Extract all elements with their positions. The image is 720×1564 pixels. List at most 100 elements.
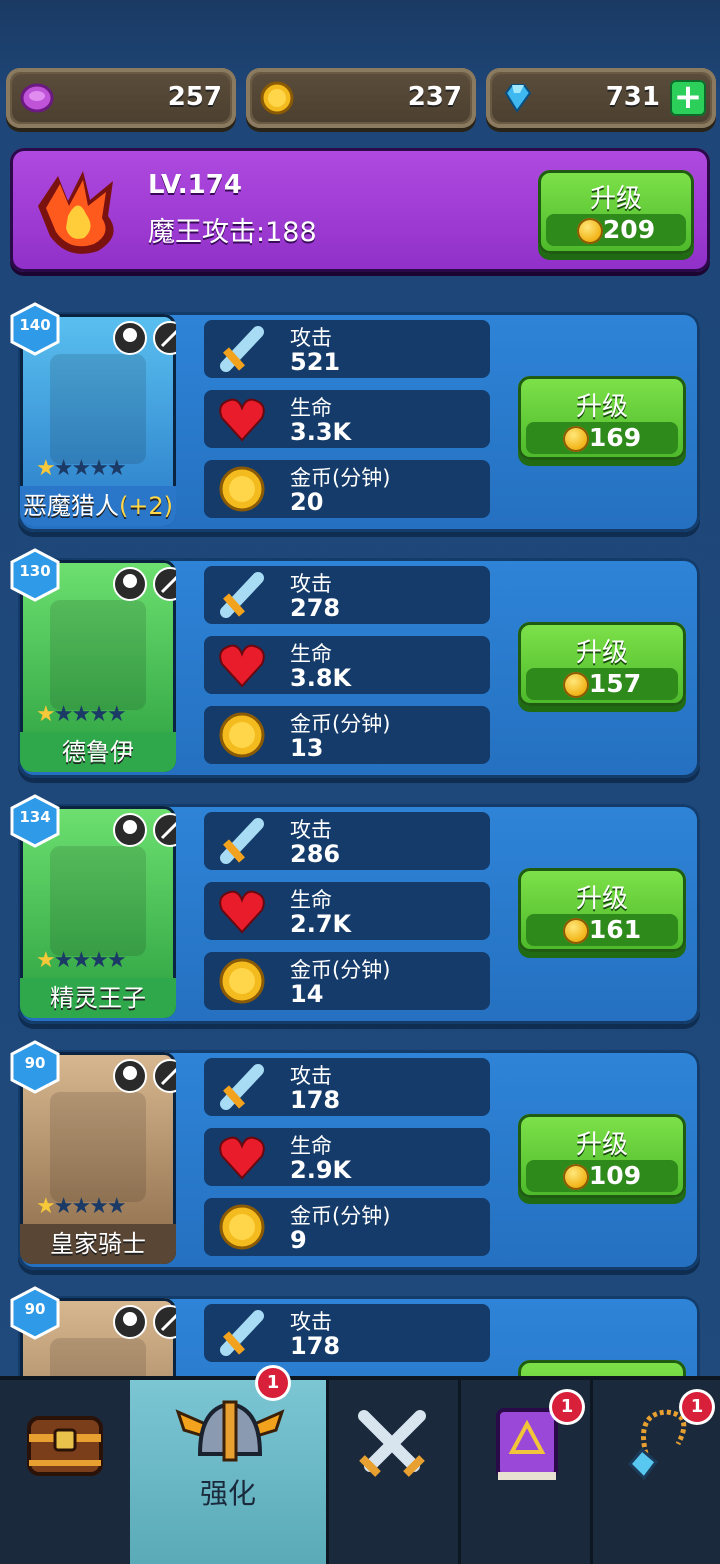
hero-card[interactable]: ★★★★★ 精灵王子 134 攻击 286 生命 2.7K 金币(分钟) 14 … (10, 794, 700, 1024)
purple-coin-icon (20, 83, 54, 113)
gold-coin-icon (219, 466, 265, 512)
purple-coin-count: 257 (167, 82, 222, 112)
boss-attack: 魔王攻击:188 (148, 217, 317, 248)
hero-figure (50, 846, 146, 956)
gold-coin-icon (562, 672, 589, 698)
hero-figure (50, 354, 146, 464)
stat-hp-value: 2.7K (290, 910, 352, 938)
gold-coin-icon (260, 81, 294, 115)
stat-gold: 金币(分钟) 14 (204, 952, 490, 1010)
gold-coin-icon (562, 426, 589, 452)
stat-gold: 金币(分钟) 13 (204, 706, 490, 764)
currency-purple: 257 (6, 68, 236, 128)
tab-upgrade[interactable]: 1 强化 (130, 1368, 329, 1564)
hero-upgrade-button[interactable]: 升级 169 (518, 376, 686, 460)
hero-upgrade-button[interactable]: 升级 157 (518, 622, 686, 706)
stat-hp-value: 3.8K (290, 664, 352, 692)
tab-upgrade-label: 强化 (199, 1477, 256, 1510)
stat-hp: 生命 2.9K (204, 1128, 490, 1186)
gem-count: 731 (605, 82, 660, 112)
spell-book-icon (496, 1408, 558, 1480)
gold-coin-icon (562, 1164, 589, 1190)
stat-gold: 金币(分钟) 20 (204, 460, 490, 518)
hero-stars: ★★★★★ (36, 948, 127, 973)
currency-gems: 731 + (486, 68, 716, 128)
plus-icon: + (673, 77, 703, 117)
hero-card[interactable]: ★★★★★ 恶魔猎人(+2) 140 攻击 521 生命 3.3K 金币(分钟)… (10, 302, 700, 532)
hero-card[interactable]: ★★★★★ 德鲁伊 130 攻击 278 生命 3.8K 金币(分钟) 13 升… (10, 548, 700, 778)
tab-spellbook[interactable]: 1 (458, 1380, 593, 1564)
gold-coin-count: 237 (407, 82, 462, 112)
hero-level: 130 (19, 562, 51, 580)
boss-upgrade-label: 升级 (589, 184, 642, 214)
stat-gold: 金币(分钟) 9 (204, 1198, 490, 1256)
gem-icon (504, 84, 532, 113)
class-icon (113, 1059, 147, 1093)
currency-gold: 237 (246, 68, 476, 128)
hero-stars: ★★★★★ (36, 456, 127, 481)
gold-coin-icon (562, 918, 589, 944)
stat-attack-value: 178 (290, 1086, 341, 1114)
hero-upgrade-label: 升级 (575, 884, 628, 914)
weapon-type-icon (153, 567, 176, 601)
hero-bonus: (+2) (118, 492, 174, 520)
stat-attack-value: 286 (290, 840, 341, 868)
upgrade-notification-badge: 1 (258, 1368, 288, 1398)
hero-level: 134 (19, 808, 51, 826)
add-gems-button[interactable]: + (670, 77, 706, 117)
crossed-swords-icon (358, 1410, 426, 1477)
tab-chest[interactable] (0, 1380, 133, 1564)
stat-attack: 攻击 286 (204, 812, 490, 870)
treasure-chest-icon (27, 1416, 103, 1476)
hero-upgrade-button[interactable]: 升级 109 (518, 1114, 686, 1198)
weapon-type-icon (153, 1059, 176, 1093)
class-icon (113, 1305, 147, 1339)
hero-level: 90 (24, 1300, 46, 1318)
stat-gold-value: 13 (290, 734, 324, 762)
stat-attack: 攻击 278 (204, 566, 490, 624)
sword-icon (220, 818, 264, 864)
hero-upgrade-cost: 169 (588, 423, 642, 452)
stat-hp-value: 2.9K (290, 1156, 352, 1184)
heart-icon (219, 398, 265, 442)
hero-name-plate: 德鲁伊 (20, 732, 176, 772)
bottom-nav: 1 强化 1 1 (0, 1368, 720, 1564)
stat-hp: 生命 3.8K (204, 636, 490, 694)
tab-battle[interactable] (326, 1380, 461, 1564)
stat-gold-value: 14 (290, 980, 324, 1008)
weapon-type-icon (153, 1305, 176, 1339)
hero-upgrade-label: 升级 (575, 392, 628, 422)
hero-upgrade-cost: 157 (588, 669, 642, 698)
class-icon (113, 813, 147, 847)
hero-card[interactable]: ★★★★★ 皇家骑士 90 攻击 178 生命 2.9K 金币(分钟) 9 升级… (10, 1040, 700, 1270)
stat-attack-value: 178 (290, 1332, 341, 1360)
hero-upgrade-cost: 161 (588, 915, 642, 944)
hero-upgrade-button[interactable]: 升级 161 (518, 868, 686, 952)
heart-icon (219, 890, 265, 934)
winged-helmet-icon (175, 1400, 285, 1462)
stat-attack: 攻击 178 (204, 1304, 490, 1362)
hero-name: 恶魔猎人 (22, 492, 119, 520)
gold-coin-icon (219, 1204, 265, 1250)
gold-coin-icon (576, 218, 603, 244)
heart-icon (219, 1136, 265, 1180)
hero-level: 90 (24, 1054, 46, 1072)
hero-stars: ★★★★★ (36, 702, 127, 727)
stat-attack: 攻击 521 (204, 320, 490, 378)
boss-upgrade-button[interactable]: 升级 209 (538, 170, 694, 254)
hero-figure (50, 1092, 146, 1202)
stat-gold-value: 9 (290, 1226, 307, 1254)
hero-level: 140 (19, 316, 51, 334)
class-icon (113, 567, 147, 601)
sword-icon (220, 1310, 264, 1356)
hero-name-plate: 皇家骑士 (20, 1224, 176, 1264)
sword-icon (220, 1064, 264, 1110)
spellbook-notification-badge: 1 (552, 1392, 582, 1422)
stat-attack-value: 521 (290, 348, 341, 376)
hero-stars: ★★★★★ (36, 1194, 127, 1219)
hero-upgrade-cost: 109 (588, 1161, 642, 1190)
stat-hp-value: 3.3K (290, 418, 352, 446)
tab-amulet[interactable]: 1 (590, 1380, 720, 1564)
gold-coin-icon (219, 712, 265, 758)
gold-coin-icon (219, 958, 265, 1004)
